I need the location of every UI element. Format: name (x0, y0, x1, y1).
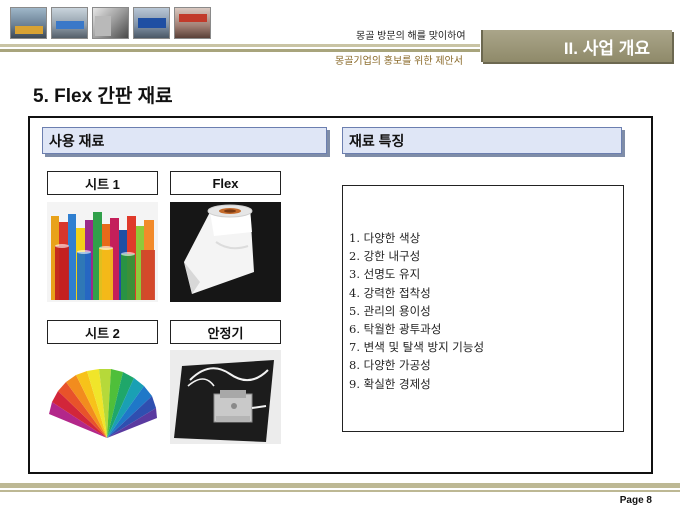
list-item: 4. 강력한 접착성 (349, 285, 431, 300)
building-sign-photo (51, 7, 88, 39)
header-photo-strip (10, 7, 211, 39)
list-item: 9. 확실한 경제성 (349, 376, 431, 391)
list-item: 7. 변색 및 탈색 방지 기능성 (349, 340, 485, 355)
storefront-sign-photo (10, 7, 47, 39)
color-fan-swatch-image (47, 350, 158, 444)
list-item: 3. 선명도 유지 (349, 267, 421, 282)
material-label-ballast: 안정기 (170, 320, 281, 344)
header-divider-top (0, 44, 480, 47)
list-item: 5. 관리의 용이성 (349, 303, 431, 318)
bank-sign-photo (133, 7, 170, 39)
list-item: 8. 다양한 가공성 (349, 358, 431, 373)
content-frame: 사용 재료 재료 특징 시트 1 Flex 시트 2 안정기 1. 다양한 색상… (28, 116, 653, 474)
header-subtitle: 몽골기업의 홍보를 위한 제안서 (335, 56, 463, 67)
materials-heading: 사용 재료 (42, 127, 327, 154)
features-heading: 재료 특징 (342, 127, 622, 154)
colored-sheet-rolls-image (47, 202, 158, 302)
material-label-sheet1: 시트 1 (47, 171, 158, 195)
ballast-device-image (170, 350, 281, 444)
material-label-flex: Flex (170, 171, 281, 195)
flex-fabric-roll-image (170, 202, 281, 302)
slide-header: 몽골 방문의 해를 맞이하여 몽골기업의 홍보를 위한 제안서 II. 사업 개… (0, 0, 680, 68)
material-label-sheet2: 시트 2 (47, 320, 158, 344)
billboard-photo (92, 7, 129, 39)
features-box: 1. 다양한 색상 2. 강한 내구성 3. 선명도 유지 4. 강력한 접착성… (342, 185, 624, 432)
shop-sign-photo (174, 7, 211, 39)
list-item: 2. 강한 내구성 (349, 249, 421, 264)
page-number: Page 8 (619, 495, 652, 506)
badge-divider (481, 30, 483, 62)
features-list: 1. 다양한 색상 2. 강한 내구성 3. 선명도 유지 4. 강력한 접착성… (349, 230, 484, 394)
section-badge: II. 사업 개요 (481, 30, 672, 62)
page-title: 5. Flex 간판 재료 (33, 86, 173, 107)
list-item: 6. 탁월한 광투과성 (349, 321, 442, 336)
list-item: 1. 다양한 색상 (349, 231, 421, 245)
footer-divider-top (0, 483, 680, 488)
footer-divider-bottom (0, 490, 680, 492)
header-tagline: 몽골 방문의 해를 맞이하여 (356, 31, 466, 42)
